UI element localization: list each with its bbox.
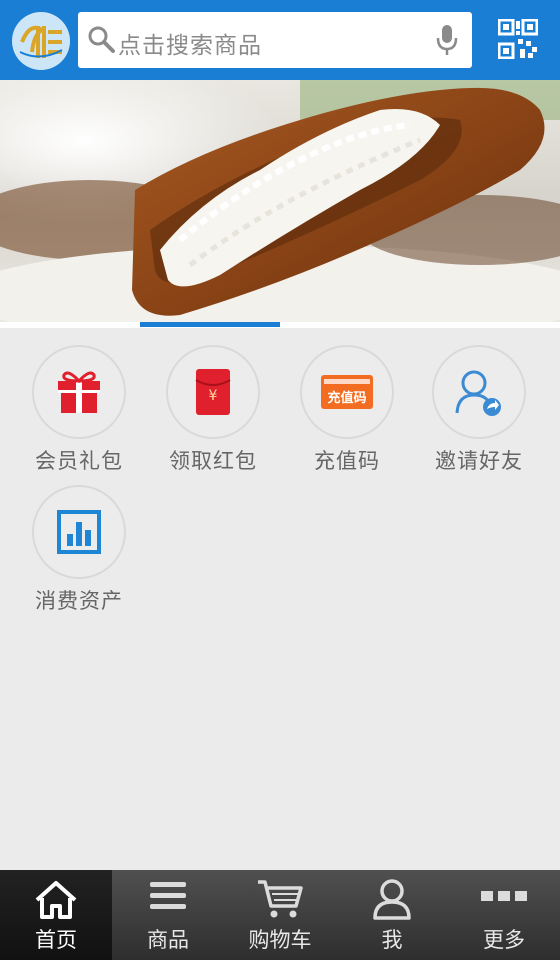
nav-more[interactable]: 更多	[448, 870, 560, 960]
menu-item-label: 邀请好友	[435, 449, 523, 473]
svg-text:¥: ¥	[209, 388, 218, 404]
more-icon	[481, 891, 527, 901]
nav-me[interactable]: 我	[336, 870, 448, 960]
header-bar: 点击搜索商品	[0, 0, 560, 80]
nav-products[interactable]: 商品	[112, 870, 224, 960]
carousel-track	[0, 322, 560, 328]
qr-code-scan-icon[interactable]	[497, 18, 539, 63]
search-placeholder: 点击搜索商品	[118, 33, 262, 59]
nav-label: 我	[381, 928, 403, 952]
menu-item-member-gift[interactable]: 会员礼包	[12, 345, 146, 475]
icon-circle: ¥	[166, 345, 260, 439]
menu-item-recharge-code[interactable]: 充值码 充值码	[280, 345, 414, 475]
user-icon	[373, 879, 411, 920]
microphone-icon[interactable]	[436, 23, 458, 61]
nav-label: 购物车	[248, 928, 312, 952]
search-icon	[86, 24, 116, 58]
cart-icon	[258, 880, 303, 918]
menu-item-label: 充值码	[314, 449, 380, 473]
bottom-nav: 首页 商品 购物车 我 更多	[0, 870, 560, 960]
menu-item-label: 会员礼包	[35, 449, 123, 473]
nav-label: 首页	[35, 928, 77, 952]
invite-friend-icon	[455, 370, 501, 416]
recharge-card-text: 充值码	[327, 390, 366, 406]
nav-cart[interactable]: 购物车	[224, 870, 336, 960]
menu-item-label: 领取红包	[169, 449, 257, 473]
icon-circle	[432, 345, 526, 439]
banner-carousel[interactable]	[0, 80, 560, 322]
red-envelope-icon: ¥	[195, 369, 231, 415]
menu-item-red-envelope[interactable]: ¥ 领取红包	[146, 345, 280, 475]
list-icon	[150, 882, 186, 909]
carousel-indicator	[140, 322, 280, 327]
gift-icon	[58, 371, 100, 413]
home-icon	[35, 881, 77, 919]
icon-circle: 充值码	[300, 345, 394, 439]
search-bar[interactable]: 点击搜索商品	[78, 12, 472, 68]
menu-item-invite-friend[interactable]: 邀请好友	[412, 345, 546, 475]
nav-home[interactable]: 首页	[0, 870, 112, 960]
icon-circle	[32, 345, 126, 439]
rice-scoop-image	[0, 80, 560, 322]
consumption-chart-icon	[57, 510, 101, 554]
nav-label: 商品	[147, 928, 189, 952]
menu-item-label: 消费资产	[35, 589, 123, 613]
recharge-code-icon: 充值码	[321, 375, 373, 409]
menu-item-consumption-assets[interactable]: 消费资产	[12, 485, 146, 615]
nav-label: 更多	[483, 928, 525, 952]
icon-circle	[32, 485, 126, 579]
logo[interactable]	[12, 12, 70, 70]
